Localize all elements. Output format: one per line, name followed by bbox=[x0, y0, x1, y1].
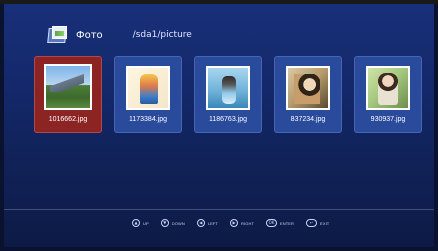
header: Фото /sda1/picture bbox=[47, 24, 192, 46]
up-arrow-icon: ▲ bbox=[132, 219, 140, 227]
photo-filename: 1186763.jpg bbox=[208, 116, 248, 123]
hint-label: EXIT bbox=[320, 220, 330, 226]
hint-label: RIGHT bbox=[241, 220, 254, 226]
hint-label: UP bbox=[143, 220, 149, 226]
photo-tile[interactable]: 837234.jpg bbox=[274, 56, 342, 133]
hint-label: ENTER bbox=[279, 220, 295, 226]
hint-right: ▶ RIGHT bbox=[230, 219, 254, 227]
photo-thumbnail bbox=[44, 64, 92, 110]
remote-key-hints: ▲ UP ▼ DOWN ◀ LEFT ▶ RIGHT OK ENTER ↩ EX… bbox=[132, 217, 341, 229]
photo-thumbnail bbox=[206, 66, 250, 110]
hint-enter: OK ENTER bbox=[265, 219, 295, 227]
photo-filename: 930937.jpg bbox=[370, 116, 406, 123]
photo-filename: 1016662.jpg bbox=[48, 116, 88, 123]
photo-tile[interactable]: 1173384.jpg bbox=[114, 56, 182, 133]
media-player-screen: Фото /sda1/picture 1016662.jpg 1173384.j… bbox=[4, 4, 434, 247]
hint-label: LEFT bbox=[207, 220, 219, 226]
hint-down: ▼ DOWN bbox=[160, 219, 185, 227]
hint-left: ◀ LEFT bbox=[196, 219, 219, 227]
photo-thumbnail bbox=[366, 66, 410, 110]
hint-up: ▲ UP bbox=[132, 219, 149, 227]
photo-folder-icon bbox=[47, 26, 68, 44]
photo-filename: 837234.jpg bbox=[290, 116, 326, 123]
photo-tile-selected[interactable]: 1016662.jpg bbox=[34, 56, 102, 133]
photo-tile[interactable]: 1186763.jpg bbox=[194, 56, 262, 133]
photo-thumbnail bbox=[286, 66, 330, 110]
folder-path: /sda1/picture bbox=[132, 30, 192, 40]
footer-divider bbox=[4, 209, 434, 210]
hint-label: DOWN bbox=[171, 220, 185, 226]
photo-tile[interactable]: 930937.jpg bbox=[354, 56, 422, 133]
hint-exit: ↩ EXIT bbox=[306, 219, 329, 227]
down-arrow-icon: ▼ bbox=[160, 219, 169, 227]
photo-grid: 1016662.jpg 1173384.jpg 1186763.jpg 8372… bbox=[34, 56, 424, 136]
exit-icon: ↩ bbox=[306, 219, 318, 227]
ok-icon: OK bbox=[265, 219, 277, 227]
photo-filename: 1173384.jpg bbox=[128, 116, 168, 123]
page-title: Фото bbox=[76, 29, 103, 41]
left-arrow-icon: ◀ bbox=[196, 219, 205, 227]
photo-thumbnail bbox=[126, 66, 170, 110]
right-arrow-icon: ▶ bbox=[230, 219, 239, 227]
